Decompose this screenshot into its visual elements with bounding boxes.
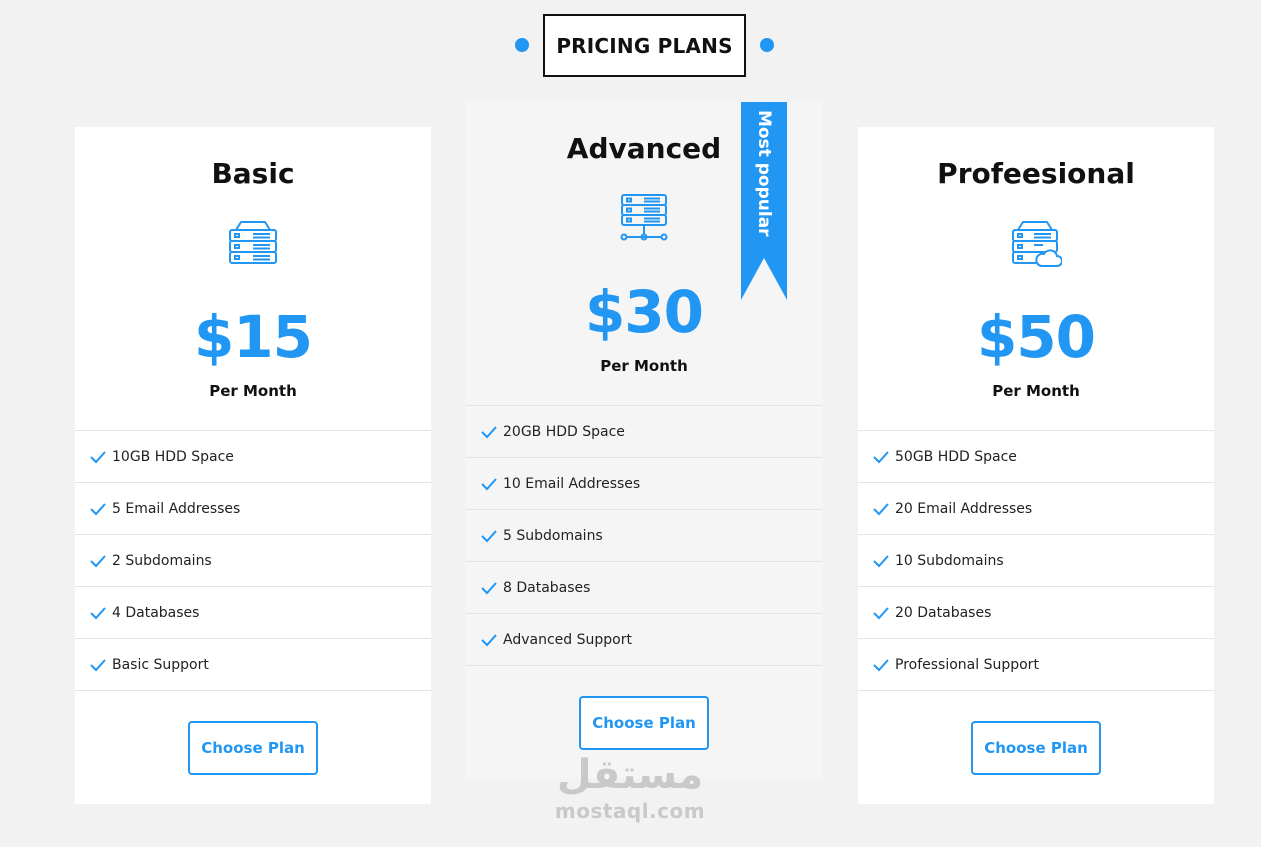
plan-name: Basic xyxy=(211,157,295,190)
cta-wrap: Choose Plan xyxy=(858,691,1214,775)
feature-label: 10GB HDD Space xyxy=(112,448,234,465)
cta-wrap: Choose Plan xyxy=(466,666,822,750)
feature-label: 5 Subdomains xyxy=(503,527,603,544)
feature-label: 20GB HDD Space xyxy=(503,423,625,440)
plan-card-professional: Profeesional $50 Per Month 50GB HDD Spac… xyxy=(858,127,1214,804)
feature-item: Professional Support xyxy=(858,639,1214,691)
plan-name: Profeesional xyxy=(937,157,1135,190)
feature-item: 5 Subdomains xyxy=(466,510,822,562)
title-dot-right xyxy=(760,38,774,52)
most-popular-ribbon: Most popular xyxy=(741,102,787,300)
check-icon xyxy=(90,658,106,671)
check-icon xyxy=(90,554,106,567)
feature-label: 8 Databases xyxy=(503,579,591,596)
feature-label: Professional Support xyxy=(895,656,1039,673)
check-icon xyxy=(873,450,889,463)
check-icon xyxy=(90,450,106,463)
choose-plan-button[interactable]: Choose Plan xyxy=(188,721,318,775)
feature-label: 2 Subdomains xyxy=(112,552,212,569)
choose-plan-button[interactable]: Choose Plan xyxy=(971,721,1101,775)
watermark-arabic: مستقل xyxy=(556,752,704,798)
feature-item: Basic Support xyxy=(75,639,431,691)
feature-item: 4 Databases xyxy=(75,587,431,639)
title-dot-left xyxy=(515,38,529,52)
check-icon xyxy=(90,606,106,619)
feature-label: Advanced Support xyxy=(503,631,632,648)
feature-item: 20 Databases xyxy=(858,587,1214,639)
plan-name: Advanced xyxy=(566,132,722,165)
feature-item: 5 Email Addresses xyxy=(75,483,431,535)
choose-plan-button[interactable]: Choose Plan xyxy=(579,696,709,750)
feature-label: Basic Support xyxy=(112,656,209,673)
watermark-latin: mostaql.com xyxy=(554,799,706,823)
check-icon xyxy=(481,633,497,646)
feature-label: 10 Subdomains xyxy=(895,552,1004,569)
check-icon xyxy=(481,529,497,542)
check-icon xyxy=(481,477,497,490)
feature-item: 50GB HDD Space xyxy=(858,431,1214,483)
check-icon xyxy=(873,502,889,515)
section-title: PRICING PLANS xyxy=(543,14,746,77)
feature-item: 10GB HDD Space xyxy=(75,431,431,483)
feature-item: 10 Email Addresses xyxy=(466,458,822,510)
plan-period: Per Month xyxy=(992,382,1080,400)
feature-list: 20GB HDD Space 10 Email Addresses 5 Subd… xyxy=(466,405,822,666)
feature-item: 20 Email Addresses xyxy=(858,483,1214,535)
check-icon xyxy=(481,581,497,594)
feature-label: 50GB HDD Space xyxy=(895,448,1017,465)
feature-label: 5 Email Addresses xyxy=(112,500,241,517)
check-icon xyxy=(873,658,889,671)
check-icon xyxy=(90,502,106,515)
feature-label: 20 Email Addresses xyxy=(895,500,1033,517)
feature-label: 10 Email Addresses xyxy=(503,475,641,492)
plan-price: $50 xyxy=(976,303,1096,371)
check-icon xyxy=(873,606,889,619)
ribbon-label: Most popular xyxy=(754,110,774,237)
feature-item: 2 Subdomains xyxy=(75,535,431,587)
feature-label: 20 Databases xyxy=(895,604,992,621)
feature-label: 4 Databases xyxy=(112,604,200,621)
server-network-icon xyxy=(620,194,668,241)
pricing-section: PRICING PLANS Basic $15 Per Month 10GB H… xyxy=(0,0,1261,847)
check-icon xyxy=(873,554,889,567)
plan-header: Basic $15 Per Month xyxy=(75,127,431,430)
server-stack-icon xyxy=(229,221,277,264)
check-icon xyxy=(481,425,497,438)
feature-item: 20GB HDD Space xyxy=(466,406,822,458)
plan-period: Per Month xyxy=(209,382,297,400)
feature-list: 10GB HDD Space 5 Email Addresses 2 Subdo… xyxy=(75,430,431,691)
plan-header: Profeesional $50 Per Month xyxy=(858,127,1214,430)
feature-item: Advanced Support xyxy=(466,614,822,666)
plan-period: Per Month xyxy=(600,357,688,375)
feature-list: 50GB HDD Space 20 Email Addresses 10 Sub… xyxy=(858,430,1214,691)
plan-price: $15 xyxy=(193,303,313,371)
cta-wrap: Choose Plan xyxy=(75,691,431,775)
feature-item: 8 Databases xyxy=(466,562,822,614)
feature-item: 10 Subdomains xyxy=(858,535,1214,587)
plan-card-basic: Basic $15 Per Month 10GB HDD Space 5 Ema… xyxy=(75,127,431,804)
plan-price: $30 xyxy=(584,278,704,346)
watermark: مستقل mostaql.com xyxy=(520,755,740,823)
server-cloud-icon xyxy=(1012,221,1062,267)
